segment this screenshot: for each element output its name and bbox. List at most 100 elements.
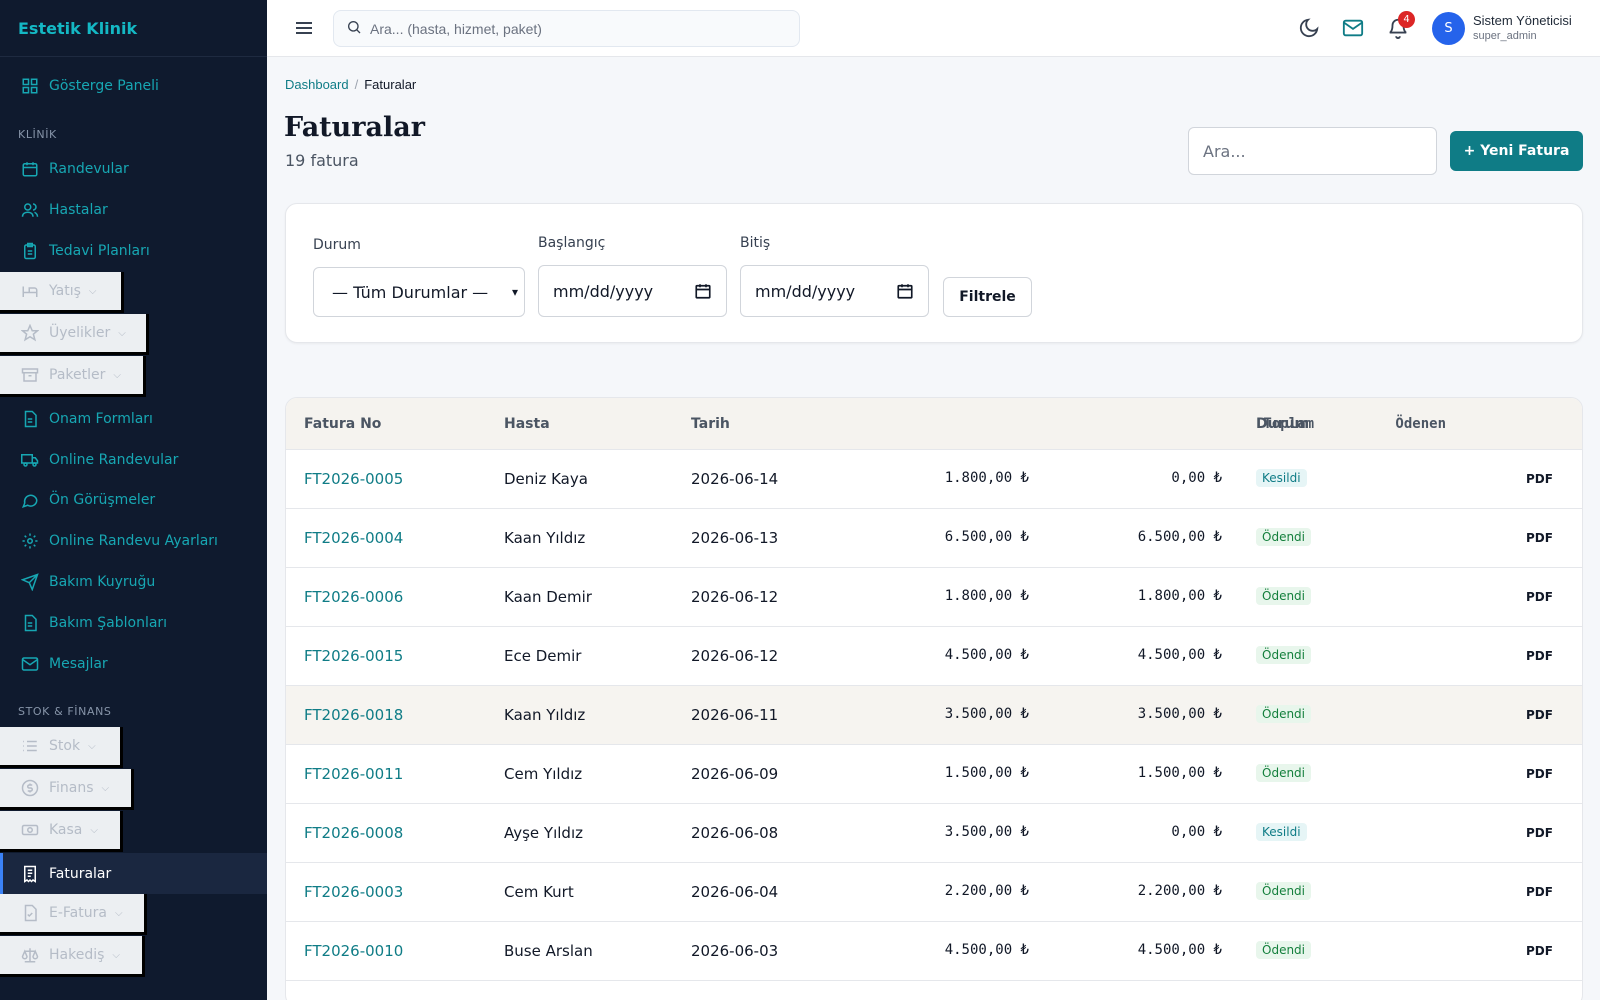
invoice-number-link[interactable]: FT2026-0003: [304, 883, 403, 901]
chevron-down-icon: ⌵: [88, 740, 96, 752]
pdf-download-button[interactable]: PDF: [1526, 590, 1553, 604]
users-icon: [20, 200, 40, 220]
sidebar-item-patients[interactable]: Hastalar: [0, 189, 267, 230]
chevron-down-icon: ⌵: [114, 907, 123, 919]
table-row[interactable]: FT2026-0018 Kaan Yıldız 2026-06-11 3.500,00…: [286, 686, 1582, 745]
column-header-paid[interactable]: Ödenen: [1395, 416, 1446, 432]
invoice-number-link[interactable]: FT2026-0015: [304, 647, 403, 665]
global-search-input[interactable]: [370, 20, 770, 37]
column-header-status[interactable]: Durum: [1256, 416, 1309, 432]
filter-button[interactable]: Filtrele: [943, 277, 1032, 317]
invoice-number-link[interactable]: FT2026-0006: [304, 588, 403, 606]
pdf-download-button[interactable]: PDF: [1526, 767, 1553, 781]
sidebar-item-messages[interactable]: Mesajlar: [0, 643, 267, 684]
status-filter-label: Durum: [313, 237, 361, 253]
user-name[interactable]: Sistem Yöneticisi: [1473, 13, 1572, 28]
status-badge: Ödendi: [1256, 882, 1312, 900]
moon-icon[interactable]: [1298, 17, 1320, 39]
invoice-number-link[interactable]: FT2026-0004: [304, 529, 403, 547]
invoice-paid: 2.200,00 ₺: [1137, 883, 1222, 899]
status-badge: Ödendi: [1256, 587, 1312, 605]
calendar-icon[interactable]: [896, 282, 914, 300]
calendar-icon[interactable]: [694, 282, 712, 300]
invoice-search-input[interactable]: [1188, 127, 1437, 175]
end-date-label: Bitiş: [740, 235, 771, 251]
table-row[interactable]: FT2026-0003 Cem Kurt 2026-06-04 2.200,00 ₺ 2…: [286, 863, 1582, 922]
pdf-download-button[interactable]: PDF: [1526, 531, 1553, 545]
invoice-paid: 4.500,00 ₺: [1137, 942, 1222, 958]
brand-logo[interactable]: Estetik Klinik: [0, 0, 267, 57]
invoice-total: 4.500,00 ₺: [944, 942, 1029, 958]
invoices-table: Fatura No Hasta Tarih Toplam Ödenen Duru…: [285, 397, 1583, 1000]
archive-icon: [20, 365, 40, 385]
sidebar-item-care-queue[interactable]: Bakım Kuyruğu: [0, 561, 267, 602]
invoice-total: 4.500,00 ₺: [944, 647, 1029, 663]
invoice-total: 3.500,00 ₺: [944, 706, 1029, 722]
sidebar-item-treatment-plans[interactable]: Tedavi Planları: [0, 230, 267, 271]
mail-icon[interactable]: [1342, 17, 1364, 39]
sidebar-item-invoices[interactable]: Faturalar: [0, 853, 267, 894]
sidebar-item-label: Hastalar: [49, 201, 108, 218]
sidebar-item-online-appointments[interactable]: Online Randevular: [0, 439, 267, 480]
table-row[interactable]: FT2026-0011 Cem Yıldız 2026-06-09 1.500,00 …: [286, 745, 1582, 804]
global-search[interactable]: [333, 10, 800, 47]
sidebar-item-dashboard[interactable]: Gösterge Paneli: [0, 65, 267, 106]
pdf-download-button[interactable]: PDF: [1526, 826, 1553, 840]
invoice-date: 2026-06-08: [691, 824, 779, 842]
invoice-number-link[interactable]: FT2026-0010: [304, 942, 403, 960]
new-invoice-button[interactable]: + Yeni Fatura: [1450, 131, 1583, 171]
sidebar-item-appointments[interactable]: Randevular: [0, 148, 267, 189]
sidebar-group-earnings[interactable]: Hakediş ⌵: [0, 936, 145, 977]
pdf-download-button[interactable]: PDF: [1526, 885, 1553, 899]
end-date-input[interactable]: mm/dd/yyyy: [740, 265, 929, 317]
table-row[interactable]: FT2026-0015 Ece Demir 2026-06-12 4.500,00 ₺…: [286, 627, 1582, 686]
sidebar-item-care-templates[interactable]: Bakım Şablonları: [0, 602, 267, 643]
pdf-download-button[interactable]: PDF: [1526, 472, 1553, 486]
grid-icon: [20, 76, 40, 96]
breadcrumb-link-dashboard[interactable]: Dashboard: [285, 77, 349, 92]
start-date-input[interactable]: mm/dd/yyyy: [538, 265, 727, 317]
sidebar-group-packages[interactable]: Paketler ⌵: [0, 356, 146, 397]
invoice-paid: 0,00 ₺: [1171, 470, 1222, 486]
sidebar-item-pre-consultations[interactable]: Ön Görüşmeler: [0, 479, 267, 520]
invoice-number-link[interactable]: FT2026-0011: [304, 765, 403, 783]
invoice-number-link[interactable]: FT2026-0018: [304, 706, 403, 724]
sidebar-group-cashbox[interactable]: Kasa ⌵: [0, 811, 123, 852]
avatar[interactable]: S: [1432, 12, 1465, 45]
menu-icon[interactable]: [294, 18, 314, 38]
sidebar-group-e-invoice[interactable]: E-Fatura ⌵: [0, 894, 147, 935]
table-row[interactable]: FT2026-0005 Deniz Kaya 2026-06-14 1.800,00 …: [286, 450, 1582, 509]
sidebar-group-inpatient[interactable]: Yatış ⌵: [0, 272, 124, 313]
sidebar-item-consent-forms[interactable]: Onam Formları: [0, 398, 267, 439]
chevron-down-icon: ⌵: [112, 949, 120, 961]
sidebar-item-online-appointment-settings[interactable]: Online Randevu Ayarları: [0, 520, 267, 561]
sidebar-group-label: Üyelikler: [49, 325, 111, 341]
sidebar: Estetik Klinik Gösterge Paneli KLİNİK Ra…: [0, 0, 267, 1000]
sidebar-item-label: Gösterge Paneli: [49, 77, 159, 94]
status-badge: Ödendi: [1256, 941, 1312, 959]
invoice-number-link[interactable]: FT2026-0008: [304, 824, 403, 842]
breadcrumb-separator: /: [354, 77, 359, 92]
table-row[interactable]: FT2026-0008 Ayşe Yıldız 2026-06-08 3.500,00…: [286, 804, 1582, 863]
pdf-download-button[interactable]: PDF: [1526, 708, 1553, 722]
status-select[interactable]: — Tüm Durumlar — ▾: [313, 267, 525, 317]
sidebar-group-label: Hakediş: [49, 947, 105, 963]
column-header-invoice-no[interactable]: Fatura No: [304, 416, 381, 432]
pdf-download-button[interactable]: PDF: [1526, 649, 1553, 663]
table-row[interactable]: FT2026-0010 Buse Arslan 2026-06-03 4.500,00…: [286, 922, 1582, 981]
pdf-download-button[interactable]: PDF: [1526, 944, 1553, 958]
clipboard-icon: [20, 241, 40, 261]
invoice-number-link[interactable]: FT2026-0005: [304, 470, 403, 488]
sidebar-group-stock[interactable]: Stok ⌵: [0, 727, 123, 768]
status-badge: Ödendi: [1256, 705, 1312, 723]
column-header-patient[interactable]: Hasta: [504, 416, 550, 432]
table-row[interactable]: FT2026-0004 Kaan Yıldız 2026-06-13 6.500,00…: [286, 509, 1582, 568]
sidebar-group-memberships[interactable]: Üyelikler ⌵: [0, 314, 149, 355]
bed-icon: [20, 281, 40, 301]
table-row[interactable]: FT2026-0006 Kaan Demir 2026-06-12 1.800,00 …: [286, 568, 1582, 627]
patient-name: Ece Demir: [504, 647, 582, 665]
column-header-date[interactable]: Tarih: [691, 416, 730, 432]
status-select-value: — Tüm Durumlar —: [332, 282, 489, 302]
sidebar-group-finance[interactable]: Finans ⌵: [0, 769, 134, 810]
patient-name: Cem Kurt: [504, 883, 574, 901]
